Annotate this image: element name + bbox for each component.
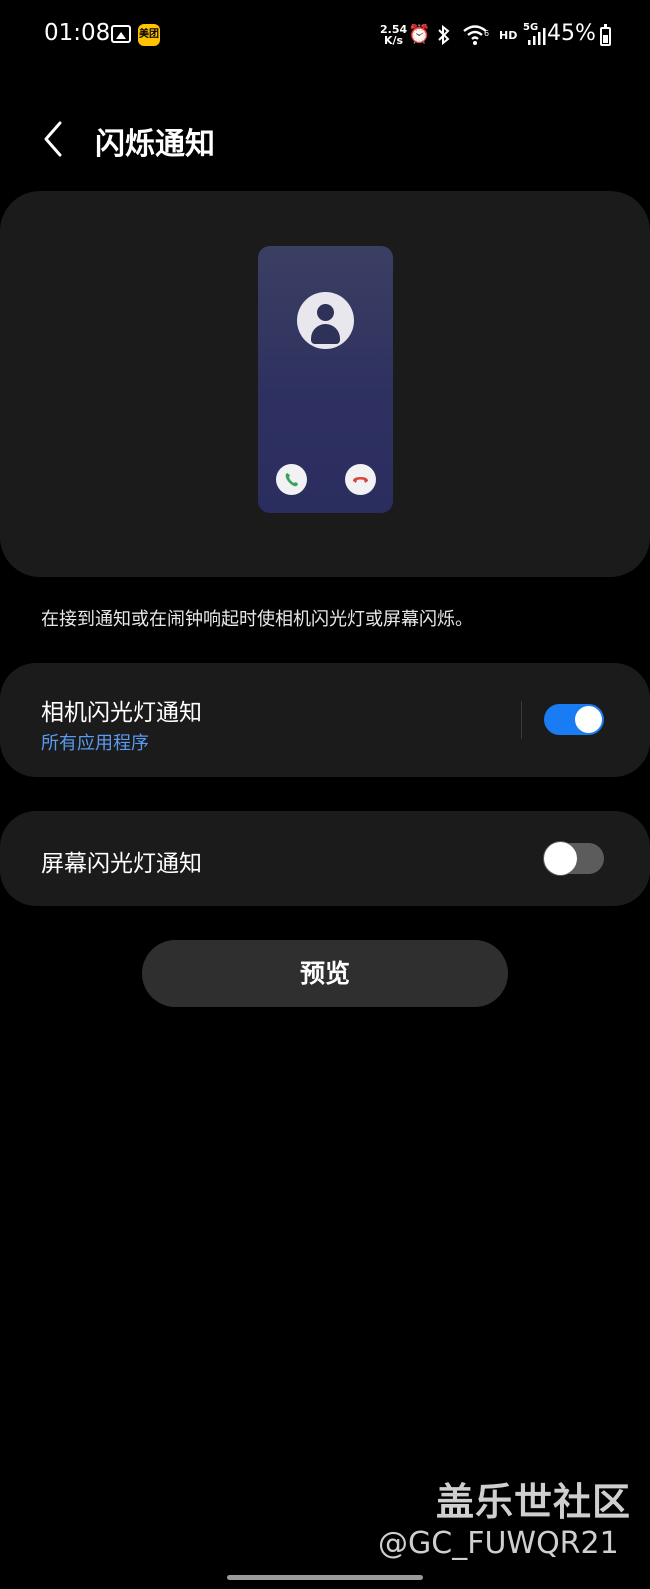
battery-icon [600, 24, 611, 46]
meituan-app-icon: 美团 [138, 24, 160, 46]
back-button[interactable] [38, 117, 78, 161]
screen-flash-notification-setting[interactable]: 屏幕闪光灯通知 [0, 811, 650, 906]
network-speed: 2.54 K/s [380, 24, 407, 46]
battery-percent: 45% [547, 21, 596, 46]
hd-voice-badge: HD [499, 29, 518, 42]
toggle-knob [575, 706, 602, 733]
signal-strength-icon [526, 26, 546, 46]
camera-flash-toggle[interactable] [544, 704, 604, 735]
header: 闪烁通知 [0, 105, 650, 175]
watermark-title: 盖乐世社区 [436, 1480, 632, 1524]
divider [521, 701, 522, 739]
watermark-handle: @GC_FUWQR21 [378, 1526, 619, 1561]
camera-flash-notification-setting[interactable]: 相机闪光灯通知 所有应用程序 [0, 663, 650, 777]
setting-title: 屏幕闪光灯通知 [41, 851, 202, 877]
status-time: 01:08 [44, 20, 111, 46]
phone-decline-icon [345, 464, 376, 495]
alarm-icon: ⏰ [408, 24, 431, 45]
setting-title: 相机闪光灯通知 [41, 700, 202, 726]
contact-avatar-icon [297, 292, 354, 349]
feature-description: 在接到通知或在闹钟响起时使相机闪光灯或屏幕闪烁。 [41, 609, 473, 630]
incoming-call-illustration [258, 246, 393, 513]
status-bar: 01:08 美团 2.54 K/s ⏰ 6 HD 5G 45% [0, 0, 650, 70]
svg-text:6: 6 [484, 29, 489, 38]
preview-button[interactable]: 预览 [142, 940, 508, 1007]
chevron-left-icon [44, 121, 62, 157]
toggle-knob [544, 842, 577, 875]
home-indicator[interactable] [227, 1575, 423, 1580]
gallery-icon [111, 25, 131, 43]
bluetooth-icon [436, 24, 452, 52]
screen-flash-toggle[interactable] [544, 842, 604, 875]
flash-preview-card [0, 191, 650, 577]
wifi-icon: 6 [462, 24, 492, 52]
phone-accept-icon [276, 464, 307, 495]
network-speed-unit: K/s [384, 34, 404, 47]
setting-subtitle[interactable]: 所有应用程序 [41, 729, 149, 755]
page-title: 闪烁通知 [95, 127, 215, 162]
